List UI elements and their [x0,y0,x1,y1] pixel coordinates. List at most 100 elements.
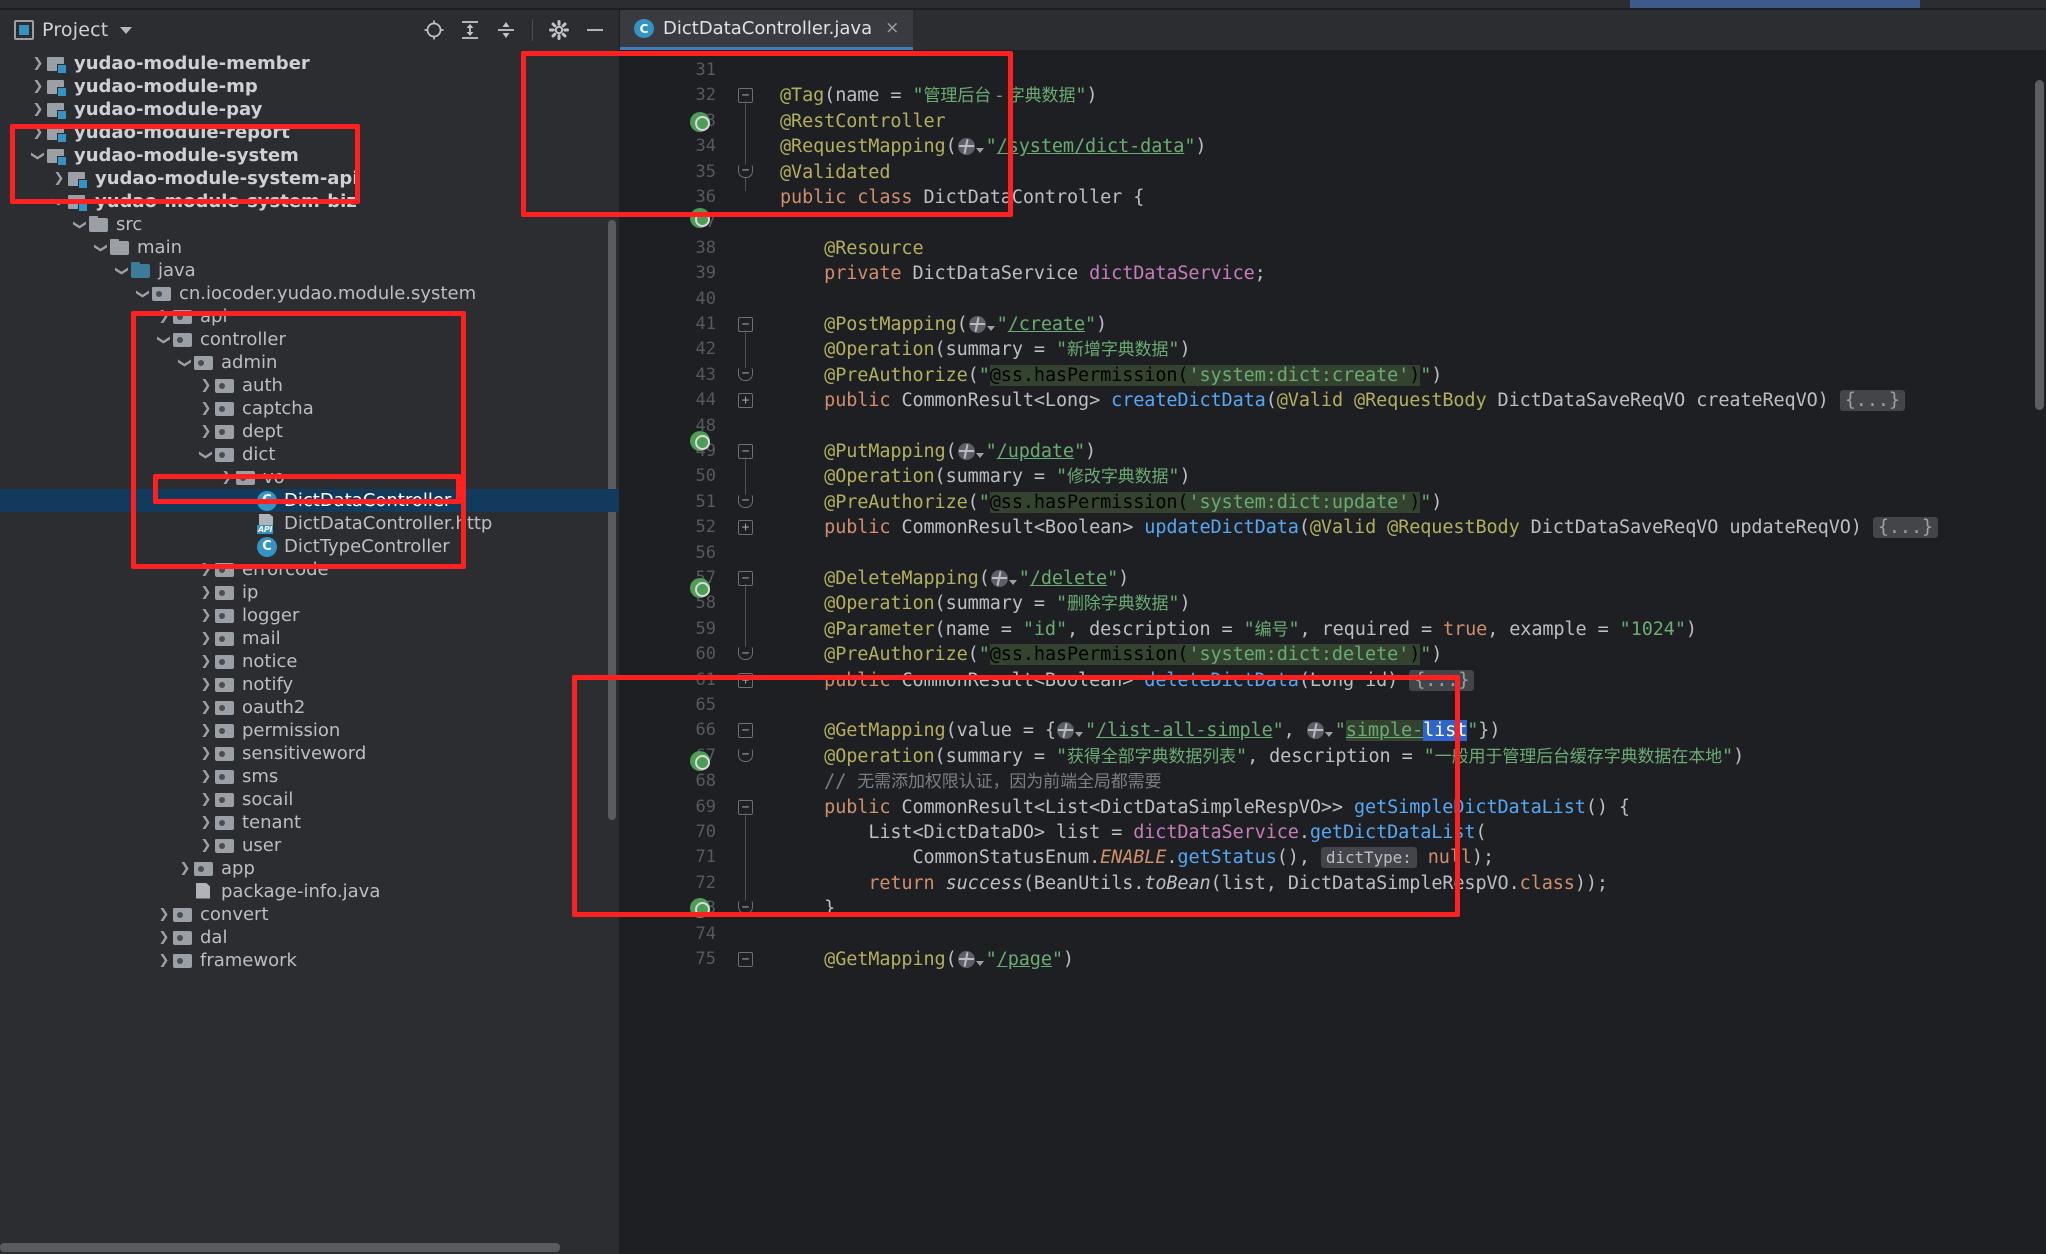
web-mapping-icon[interactable] [957,138,975,156]
tree-node[interactable]: ❯ yudao-module-mp [0,75,619,98]
spring-endpoint-gutter-icon[interactable] [690,578,710,599]
code-line[interactable]: public CommonResult<List<DictDataSimpleR… [780,795,1630,820]
code-line[interactable]: @Operation(summary = "删除字典数据") [780,591,1190,616]
chevron-right-icon[interactable]: ❯ [29,124,47,142]
chevron-right-icon[interactable]: ❯ [197,791,215,809]
chevron-down-icon[interactable]: ❯ [92,239,110,257]
editor-vertical-scrollbar[interactable] [2035,80,2044,410]
chevron-right-icon[interactable]: ❯ [176,860,194,878]
fold-marker-create-body[interactable]: + [738,393,753,409]
chevron-right-icon[interactable]: ❯ [197,630,215,648]
tree-node[interactable]: ❯ dict [0,443,619,466]
chevron-down-icon[interactable]: ❯ [176,354,194,372]
code-line[interactable]: public CommonResult<Boolean> deleteDictD… [780,668,1475,693]
tab-dictdatacontroller-java[interactable]: C DictDataController.java × [620,10,914,50]
chevron-right-icon[interactable]: ❯ [29,101,47,119]
tree-node[interactable]: ❯ yudao-module-system-api [0,167,619,190]
chevron-down-icon[interactable]: ❯ [197,446,215,464]
chevron-right-icon[interactable]: ❯ [197,676,215,694]
tree-node[interactable]: ❯ java [0,259,619,282]
code-line[interactable]: } [780,896,835,921]
code-line[interactable]: @Operation(summary = "新增字典数据") [780,337,1190,362]
fold-marker-update-body[interactable]: + [738,520,753,536]
code-line[interactable]: @Resource [780,236,923,261]
chevron-right-icon[interactable]: ❯ [197,584,215,602]
code-line[interactable]: @GetMapping(value = {"/list-all-simple",… [780,718,1500,743]
web-mapping-icon[interactable] [990,570,1008,587]
tree-node-selected[interactable]: C DictDataController [0,489,619,512]
chevron-right-icon[interactable]: ❯ [197,768,215,786]
fold-marker-simple-list-anno-end[interactable]: − [738,748,753,762]
tree-node[interactable]: ❯ admin [0,351,619,374]
project-tree-horizontal-scrollbar[interactable] [0,1243,560,1252]
code-text-area[interactable]: @Tag(name = "管理后台 - 字典数据") @RestControlle… [762,50,2046,1254]
chevron-down-icon[interactable] [120,26,133,34]
tree-node[interactable]: ❯ yudao-module-pay [0,98,619,121]
fold-marker-delete-body[interactable]: + [738,672,753,688]
web-mapping-icon[interactable] [968,316,986,333]
chevron-down-icon[interactable] [975,961,984,966]
tree-node[interactable]: ❯ src [0,213,619,236]
intention-bulb-icon[interactable] [762,721,764,741]
tree-node[interactable]: ❯ logger [0,604,619,627]
tree-node[interactable]: ❯ framework [0,949,619,972]
code-line[interactable]: @Operation(summary = "修改字典数据") [780,464,1190,489]
close-icon[interactable]: × [885,20,899,37]
tree-node[interactable]: ❯ auth [0,374,619,397]
collapse-all-icon[interactable] [492,16,520,44]
tree-node[interactable]: ❯ tenant [0,811,619,834]
spring-endpoint-gutter-icon[interactable] [690,750,710,771]
fold-marker-simple-list-body-end[interactable]: − [738,901,753,915]
tree-node[interactable]: ❯ sensitiveword [0,742,619,765]
chevron-down-icon[interactable] [1324,732,1333,738]
chevron-right-icon[interactable]: ❯ [218,469,236,487]
code-line[interactable]: CommonStatusEnum.ENABLE.getStatus(), dic… [780,845,1494,870]
tree-node[interactable]: ❯ yudao-module-report [0,121,619,144]
web-mapping-icon[interactable] [957,951,975,968]
locate-icon[interactable] [420,16,448,44]
tree-node[interactable]: ❯ dal [0,926,619,949]
chevron-down-icon[interactable] [1074,732,1083,738]
code-editor[interactable]: 3132333435363738394041424344484950515256… [620,50,2046,1254]
code-line[interactable]: @PreAuthorize("@ss.hasPermission('system… [780,363,1442,388]
chevron-right-icon[interactable]: ❯ [197,699,215,717]
chevron-right-icon[interactable]: ❯ [50,170,68,188]
code-line[interactable]: List<DictDataDO> list = dictDataService.… [780,820,1486,845]
chevron-down-icon[interactable] [986,326,995,331]
chevron-right-icon[interactable]: ❯ [197,653,215,671]
code-line[interactable]: private DictDataService dictDataService; [780,261,1266,286]
gear-icon[interactable] [545,16,573,44]
project-tree[interactable]: ❯ yudao-module-member ❯ yudao-module-mp ❯ yud… [0,50,619,1254]
code-folding-gutter[interactable]: − − − − + − − + − − + − − − − − [730,50,762,1254]
web-mapping-icon[interactable] [957,443,975,460]
code-line[interactable]: @Operation(summary = "获得全部字典数据列表", descr… [780,744,1744,769]
code-line[interactable]: @Parameter(name = "id", description = "编… [780,617,1697,642]
chevron-right-icon[interactable]: ❯ [197,607,215,625]
chevron-right-icon[interactable]: ❯ [197,400,215,418]
tree-node[interactable]: ❯ dept [0,420,619,443]
code-line[interactable]: @RestController [780,109,946,134]
line-number-gutter[interactable]: 3132333435363738394041424344484950515256… [620,50,730,1254]
tree-node[interactable]: ❯ yudao-module-system-biz [0,190,619,213]
tree-node[interactable]: ❯ yudao-module-member [0,52,619,75]
tree-node[interactable]: ❯ convert [0,903,619,926]
tree-node[interactable]: ❯ user [0,834,619,857]
chevron-down-icon[interactable]: ❯ [29,147,47,165]
chevron-right-icon[interactable]: ❯ [155,929,173,947]
tree-node[interactable]: ❯ controller [0,328,619,351]
chevron-right-icon[interactable]: ❯ [197,837,215,855]
code-line[interactable]: @PreAuthorize("@ss.hasPermission('system… [780,642,1442,667]
tree-node[interactable]: ❯ mail [0,627,619,650]
tree-node[interactable]: ❯ notify [0,673,619,696]
code-line[interactable]: @PostMapping("/create") [780,312,1107,337]
fold-marker-create-end[interactable]: − [738,367,753,381]
chevron-down-icon[interactable]: ❯ [134,285,152,303]
chevron-right-icon[interactable]: ❯ [197,745,215,763]
code-line[interactable]: @Tag(name = "管理后台 - 字典数据") [780,83,1098,108]
fold-marker-class-end[interactable]: − [738,164,753,178]
code-line[interactable]: @PutMapping("/update") [780,439,1096,464]
tree-node[interactable]: ❯ ip [0,581,619,604]
tree-node[interactable]: ❯ sms [0,765,619,788]
minimize-icon[interactable] [581,16,609,44]
tree-node[interactable]: ❯ permission [0,719,619,742]
